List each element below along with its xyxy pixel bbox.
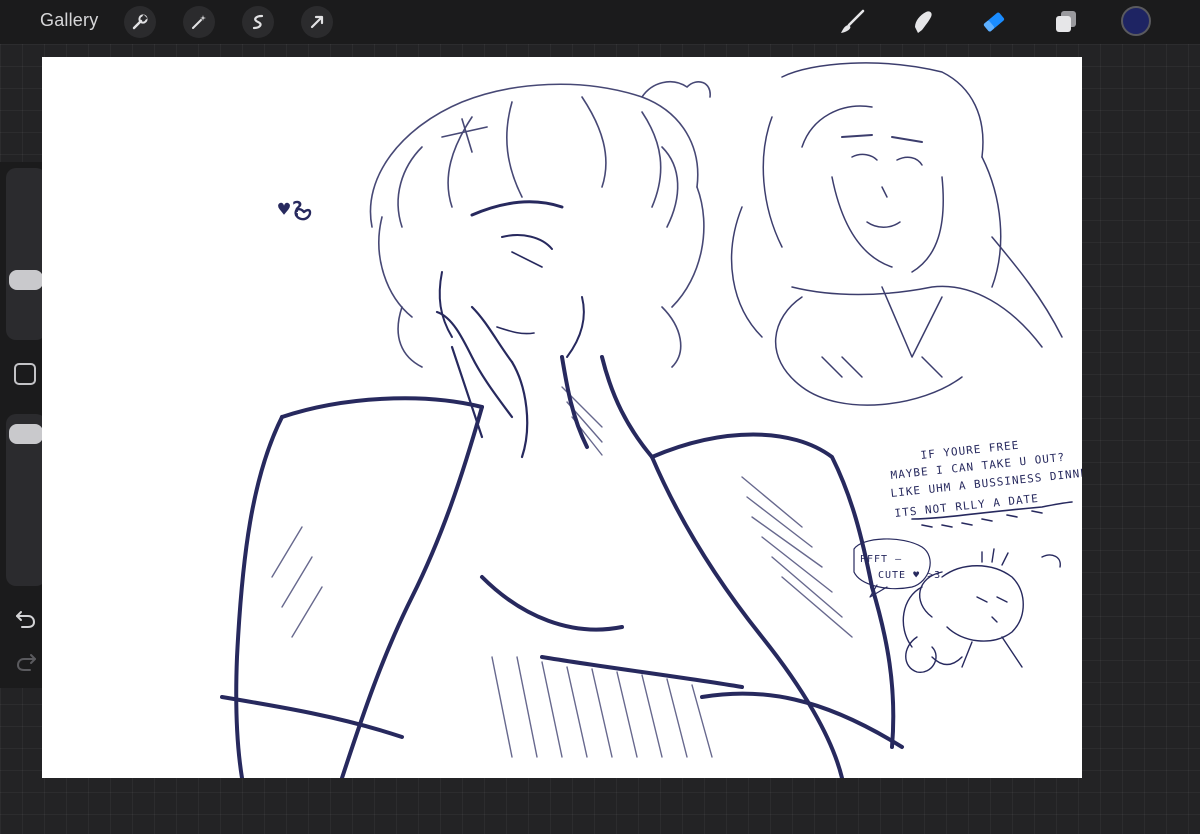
drawing-canvas[interactable]: ♥? IF YOURE FREE MAYBE I CAN TAKE U OUT?… — [42, 57, 1082, 778]
main-figure-face — [438, 200, 585, 358]
main-figure-hair — [369, 81, 711, 368]
side-portrait — [730, 62, 1063, 406]
color-swatch[interactable] — [1121, 6, 1151, 36]
sketch-artwork — [220, 62, 1073, 778]
brush-size-slider[interactable] — [6, 168, 46, 340]
brush-size-thumb[interactable] — [9, 270, 43, 290]
main-figure-hand — [435, 305, 529, 459]
chibi-doodles — [902, 548, 1061, 673]
bubble-text: PFFT – — [860, 554, 903, 565]
bubble-text-2: CUTE ♥ >3 — [878, 570, 942, 581]
brush-icon[interactable] — [835, 6, 869, 38]
heart-question-note: ♥? — [278, 197, 305, 221]
layers-icon[interactable] — [1049, 6, 1083, 38]
wrench-icon[interactable] — [124, 6, 156, 38]
redo-icon[interactable] — [12, 650, 40, 674]
opacity-slider[interactable] — [6, 414, 46, 586]
smudge-icon[interactable] — [906, 6, 940, 38]
top-toolbar: Gallery — [0, 0, 1200, 44]
selection-icon[interactable] — [242, 6, 274, 38]
main-figure-shading — [271, 386, 853, 758]
modify-button[interactable] — [14, 363, 36, 385]
undo-icon[interactable] — [12, 607, 40, 631]
opacity-thumb[interactable] — [9, 424, 43, 444]
gallery-button[interactable]: Gallery — [40, 10, 98, 31]
magic-wand-icon[interactable] — [183, 6, 215, 38]
transform-arrow-icon[interactable] — [301, 6, 333, 38]
eraser-icon[interactable] — [977, 6, 1011, 38]
